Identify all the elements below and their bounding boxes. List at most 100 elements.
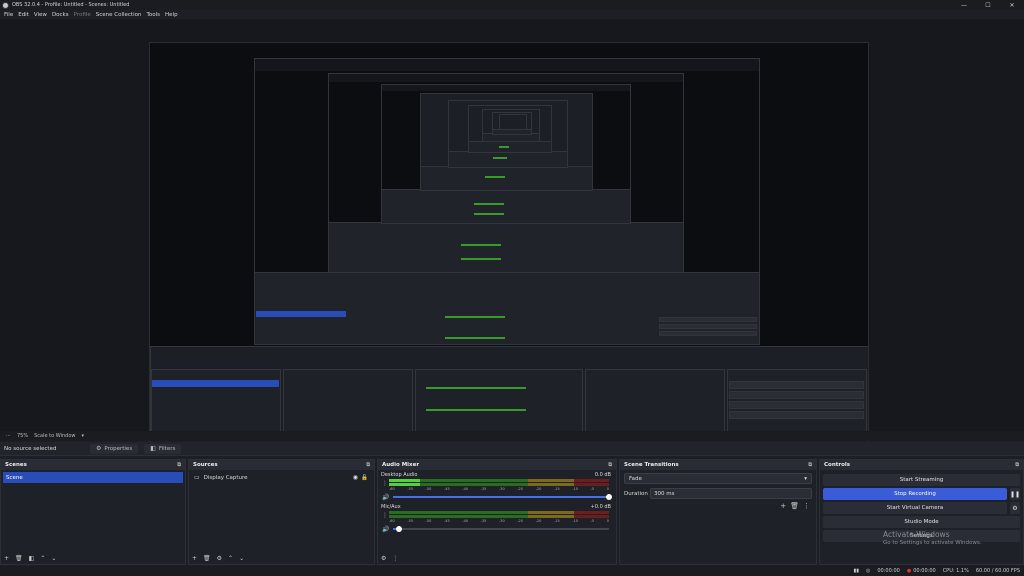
trash-icon[interactable]: 🗑 [15,555,23,562]
add-icon[interactable]: + [780,502,786,510]
duration-input[interactable]: 300 ms [650,488,812,499]
speaker-icon[interactable]: 🔊 [382,494,389,501]
minimize-button[interactable]: — [952,0,976,10]
stop-recording-button[interactable]: Stop Recording [823,488,1007,500]
trash-icon[interactable]: 🗑 [203,555,211,562]
transition-select[interactable]: Fade ▾ [624,473,812,484]
eye-icon[interactable]: ◉ [353,474,358,481]
controls-dock: Controls ⧉ Start Streaming Stop Recordin… [819,459,1024,565]
menu-docks[interactable]: Docks [52,12,69,18]
title-bar: OBS 32.0.4 - Profile: Untitled - Scenes:… [0,0,1024,10]
scale-mode-chevron-icon[interactable]: ▾ [82,433,85,439]
add-icon[interactable]: + [192,555,197,562]
channel-name: Desktop Audio [381,472,418,478]
mixer-menu-icon[interactable]: ⋮ [392,555,398,562]
start-virtual-camera-button[interactable]: Start Virtual Camera [823,502,1007,514]
sources-header: Sources ⧉ [189,460,374,470]
pause-icon[interactable]: ❚❚ [1010,488,1020,500]
add-icon[interactable]: + [4,555,9,562]
maximize-button[interactable]: ☐ [976,0,1000,10]
record-time: 00:00:00 [913,568,936,574]
volume-knob[interactable] [606,494,612,500]
scene-list-item[interactable]: Scene [3,472,183,483]
mixer-channel: Mic/Aux +0.0 dB ⋮ -60 -55 -50 -45 -40 -35 -30 -25-… [381,502,613,534]
meter-tick-label: -15 [553,519,560,523]
undock-icon[interactable]: ⧉ [1015,462,1019,468]
channel-db: 0.0 dB [594,472,611,478]
move-down-icon[interactable]: ⌄ [239,555,244,562]
meter-tick-label: -25 [517,487,524,491]
window-title: OBS 32.0.4 - Profile: Untitled - Scenes:… [12,2,130,8]
menu-scene-collection[interactable]: Scene Collection [96,12,142,18]
move-down-icon[interactable]: ⌄ [51,555,56,562]
meter-tick-label: -20 [535,487,542,491]
scenes-header: Scenes ⧉ [1,460,185,470]
audio-mixer-dock: Audio Mixer ⧉ Desktop Audio 0.0 dB ⋮ -60 -55… [377,459,617,565]
zoom-level[interactable]: 75% [17,433,28,439]
start-streaming-button[interactable]: Start Streaming [823,474,1020,486]
undock-icon[interactable]: ⧉ [608,462,612,468]
transition-actions: + 🗑 ⋮ [780,502,810,510]
volume-slider[interactable] [393,526,609,532]
move-up-icon[interactable]: ⌃ [40,555,45,562]
cpu-usage: CPU: 1.1% [942,568,969,574]
meter-tick-label: -10 [572,487,578,491]
meter-tick-label: -45 [443,519,450,523]
transitions-title: Scene Transitions [624,462,679,468]
stream-time: 00:00:00 [877,568,900,574]
undock-icon[interactable]: ⧉ [366,462,370,468]
monitor-icon: ▭ [194,474,200,481]
record-icon: ● [906,568,912,574]
network-icon: ▮▮ [853,568,859,574]
level-meter [389,515,609,518]
undock-icon[interactable]: ⧉ [808,462,812,468]
gear-icon[interactable]: ⚙ [217,555,222,562]
meter-tick-label: -55 [407,519,414,523]
preview-area[interactable] [0,19,1024,449]
lock-icon[interactable]: 🔓 [361,475,368,481]
studio-mode-button[interactable]: Studio Mode [823,516,1020,528]
preview-canvas[interactable] [149,42,869,449]
trash-icon[interactable]: 🗑 [790,502,799,510]
menu-icon[interactable]: ⋮ [803,502,810,510]
undock-icon[interactable]: ⧉ [177,462,181,468]
filter-icon[interactable]: ◧ [29,555,35,562]
menu-file[interactable]: File [4,12,13,18]
menu-profile[interactable]: Profile [74,12,91,18]
mixer-channel: Desktop Audio 0.0 dB ⋮ -60 -55 -50 -45 -40 -35 -3… [381,470,613,502]
channel-menu-icon[interactable]: ⋮ [382,480,388,487]
meter-tick-label: -10 [572,519,578,523]
meter-tick-label: -40 [462,487,469,491]
menu-help[interactable]: Help [165,12,178,18]
menu-tools[interactable]: Tools [146,12,160,18]
volume-slider[interactable] [393,494,612,500]
menu-edit[interactable]: Edit [18,12,29,18]
menu-view[interactable]: View [34,12,47,18]
zoom-menu-icon[interactable]: ⋯ [6,433,11,439]
sources-title: Sources [193,462,218,468]
speaker-icon[interactable]: 🔊 [382,526,389,533]
advanced-audio-icon[interactable]: ⚙ [381,555,386,562]
no-source-label: No source selected [4,445,57,452]
filters-button[interactable]: ◧ Filters [144,443,182,454]
move-up-icon[interactable]: ⌃ [228,555,233,562]
meter-ticks: -60 -55 -50 -45 -40 -35 -30 -25 -20 -15 -10 -5 0 [389,487,609,491]
scenes-title: Scenes [5,462,27,468]
preview-zoom-bar: ⋯ 75% Scale to Window ▾ [0,431,1024,441]
window-controls: — ☐ ✕ [952,0,1024,10]
channel-menu-icon[interactable]: ⋮ [382,512,388,519]
scale-mode-select[interactable]: Scale to Window [34,433,75,439]
mixer-title: Audio Mixer [382,462,420,468]
source-list-item[interactable]: ▭ Display Capture ◉ 🔓 [191,472,372,483]
source-name: Display Capture [203,474,248,481]
meter-tick-label: -35 [480,519,487,523]
properties-button[interactable]: ⚙ Properties [90,443,139,454]
scene-transitions-dock: Scene Transitions ⧉ Fade ▾ Duration 300 … [619,459,817,565]
volume-knob[interactable] [396,526,403,532]
transition-value: Fade [629,475,642,482]
meter-tick-label: -60 [389,519,395,523]
gear-icon[interactable]: ⚙ [1010,502,1020,514]
close-button[interactable]: ✕ [1000,0,1024,10]
fps-readout: 60.00 / 60.00 FPS [975,568,1020,574]
menu-bar: File Edit View Docks Profile Scene Colle… [0,10,1024,19]
